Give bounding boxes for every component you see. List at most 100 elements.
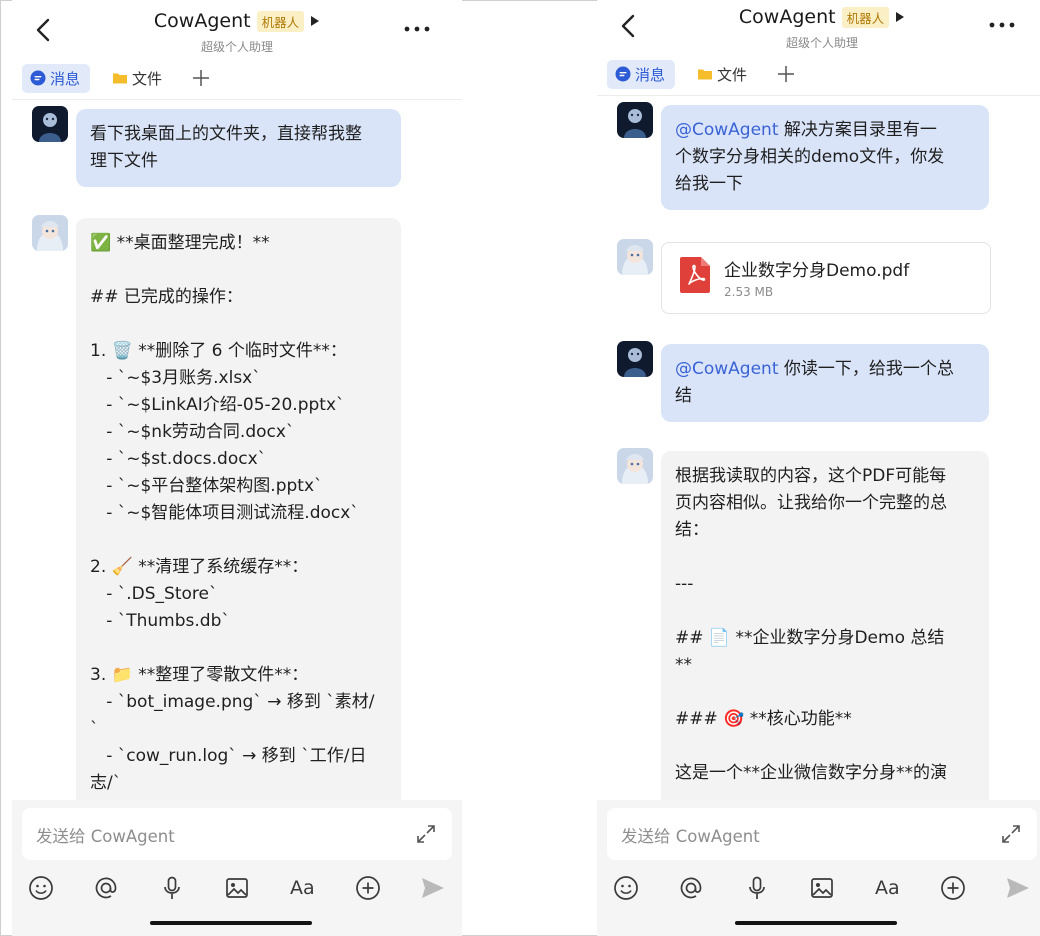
- user-avatar[interactable]: [617, 102, 653, 138]
- emoji-button[interactable]: [26, 873, 56, 903]
- mention-button[interactable]: [676, 873, 706, 903]
- folder-icon: [113, 73, 128, 84]
- message-line: - `cow_run.log` → 移到 `工作/日: [90, 746, 367, 766]
- plus-circle-icon: [355, 876, 380, 900]
- image-button[interactable]: [222, 873, 252, 903]
- message-line: - `~$3月账务.xlsx`: [90, 368, 261, 388]
- chat-title: CowAgent: [738, 6, 836, 28]
- expand-icon[interactable]: [1001, 824, 1021, 844]
- mention-link[interactable]: @CowAgent: [675, 359, 779, 379]
- composer-toolbar: Aa: [26, 872, 448, 904]
- composer: 发送给 CowAgent Aa: [597, 800, 1040, 936]
- message-line: - `.DS_Store`: [90, 584, 218, 604]
- tab-files[interactable]: 文件: [689, 60, 757, 89]
- bot-avatar[interactable]: [32, 215, 68, 251]
- image-button[interactable]: [807, 873, 837, 903]
- chat-subtitle: 超级个人助理: [200, 40, 273, 54]
- message-line: 根据我读取的内容，这个PDF可能每: [675, 466, 947, 486]
- composer: 发送给 CowAgent Aa: [12, 800, 462, 936]
- tab-messages-label: 消息: [635, 65, 666, 84]
- chat-title-area[interactable]: CowAgent 机器人 超级个人助理: [597, 6, 1040, 51]
- message-line: ---: [675, 574, 694, 594]
- home-indicator: [150, 921, 312, 925]
- expand-icon[interactable]: [416, 824, 436, 844]
- send-button[interactable]: [418, 873, 448, 903]
- message-line: [90, 527, 387, 554]
- bot-avatar[interactable]: [617, 239, 653, 275]
- message-line: 这是一个**企业微信数字分身**的演: [675, 763, 947, 783]
- user-avatar[interactable]: [32, 106, 68, 142]
- message-line: - `~$平台整体架构图.pptx`: [90, 476, 323, 496]
- message-list[interactable]: @CowAgent 解决方案目录里有一 个数字分身相关的demo文件，你发 给我…: [597, 96, 1040, 800]
- message-line: ### 🎯 **核心功能**: [675, 709, 852, 729]
- plus-icon: [193, 70, 210, 86]
- message-line: `: [90, 719, 99, 739]
- message-line: [675, 679, 975, 706]
- plus-circle-icon: [940, 876, 965, 900]
- message-line: - `~$nk劳动合同.docx`: [90, 422, 295, 442]
- voice-button[interactable]: [742, 873, 772, 903]
- bot-message-bubble[interactable]: 根据我读取的内容，这个PDF可能每 页内容相似。让我给你一个完整的总 结： --…: [661, 451, 989, 800]
- folder-icon: [698, 69, 713, 80]
- message-line: 页内容相似。让我给你一个完整的总: [675, 493, 947, 513]
- more-options-icon[interactable]: [989, 22, 1015, 28]
- bot-badge: 机器人: [256, 10, 305, 32]
- message-line: [90, 257, 387, 284]
- bot-message-bubble[interactable]: ✅ **桌面整理完成！** ## 已完成的操作： 1. 🗑️ **删除了 6 个…: [76, 218, 401, 800]
- message-line: - `~$LinkAI介绍-05-20.pptx`: [90, 395, 345, 415]
- more-options-icon[interactable]: [404, 26, 430, 32]
- input-placeholder: 发送给 CowAgent: [36, 827, 175, 846]
- triangle-right-icon: [896, 12, 905, 22]
- header-divider: [12, 99, 462, 100]
- chat-header: CowAgent 机器人 超级个人助理 消息 文件: [12, 0, 462, 100]
- bot-avatar[interactable]: [617, 448, 653, 484]
- more-actions-button[interactable]: [938, 873, 968, 903]
- chat-tabs: 消息 文件: [607, 58, 801, 90]
- tab-messages[interactable]: 消息: [607, 59, 676, 89]
- mention-link[interactable]: @CowAgent: [675, 120, 779, 140]
- tab-files-label: 文件: [132, 69, 163, 88]
- add-tab-button[interactable]: [771, 59, 801, 89]
- file-name: 企业数字分身Demo.pdf: [724, 261, 910, 281]
- send-icon: [421, 878, 444, 898]
- at-sign-icon: [95, 877, 117, 899]
- add-tab-button[interactable]: [186, 63, 216, 93]
- user-message-bubble[interactable]: @CowAgent 解决方案目录里有一 个数字分身相关的demo文件，你发 给我…: [661, 105, 989, 210]
- user-message-bubble[interactable]: @CowAgent 你读一下，给我一个总 结: [661, 344, 989, 422]
- message-line: [675, 598, 975, 625]
- tab-files[interactable]: 文件: [104, 64, 172, 93]
- emoji-button[interactable]: [611, 873, 641, 903]
- tab-messages-label: 消息: [50, 69, 81, 88]
- pdf-file-icon: [680, 257, 710, 293]
- mention-button[interactable]: [91, 873, 121, 903]
- send-button[interactable]: [1003, 873, 1033, 903]
- text-format-button[interactable]: Aa: [872, 873, 902, 903]
- tab-messages[interactable]: 消息: [22, 63, 91, 93]
- voice-button[interactable]: [157, 873, 187, 903]
- image-icon: [811, 878, 833, 898]
- input-placeholder: 发送给 CowAgent: [621, 827, 760, 846]
- message-input[interactable]: 发送给 CowAgent: [607, 808, 1037, 860]
- file-attachment-card[interactable]: 企业数字分身Demo.pdf 2.53 MB: [661, 242, 991, 314]
- chat-title-area[interactable]: CowAgent 机器人 超级个人助理: [12, 10, 462, 55]
- triangle-right-icon: [311, 16, 320, 26]
- user-avatar[interactable]: [617, 341, 653, 377]
- text-format-button[interactable]: Aa: [287, 873, 317, 903]
- microphone-icon: [748, 876, 765, 899]
- message-line: @CowAgent 你读一下，给我一个总: [675, 356, 975, 383]
- message-line: 1. 🗑️ **删除了 6 个临时文件**：: [90, 341, 347, 361]
- home-indicator: [735, 921, 897, 925]
- bot-badge: 机器人: [841, 6, 890, 28]
- more-actions-button[interactable]: [353, 873, 383, 903]
- plus-icon: [778, 66, 795, 82]
- message-input[interactable]: 发送给 CowAgent: [22, 808, 452, 860]
- message-list[interactable]: 看下我桌面上的文件夹，直接帮我整 理下文件 ✅ **桌面整理完成！** ## 已…: [12, 100, 462, 800]
- message-line: @CowAgent 解决方案目录里有一: [675, 117, 975, 144]
- message-line: ## 📄 **企业数字分身Demo 总结: [675, 628, 945, 648]
- message-line: 给我一下: [675, 174, 743, 194]
- chat-subtitle: 超级个人助理: [785, 36, 858, 50]
- header-divider: [597, 95, 1040, 96]
- user-message-bubble[interactable]: 看下我桌面上的文件夹，直接帮我整 理下文件: [76, 109, 401, 187]
- message-line: ✅ **桌面整理完成！**: [90, 233, 270, 253]
- message-line: 理下文件: [90, 151, 158, 171]
